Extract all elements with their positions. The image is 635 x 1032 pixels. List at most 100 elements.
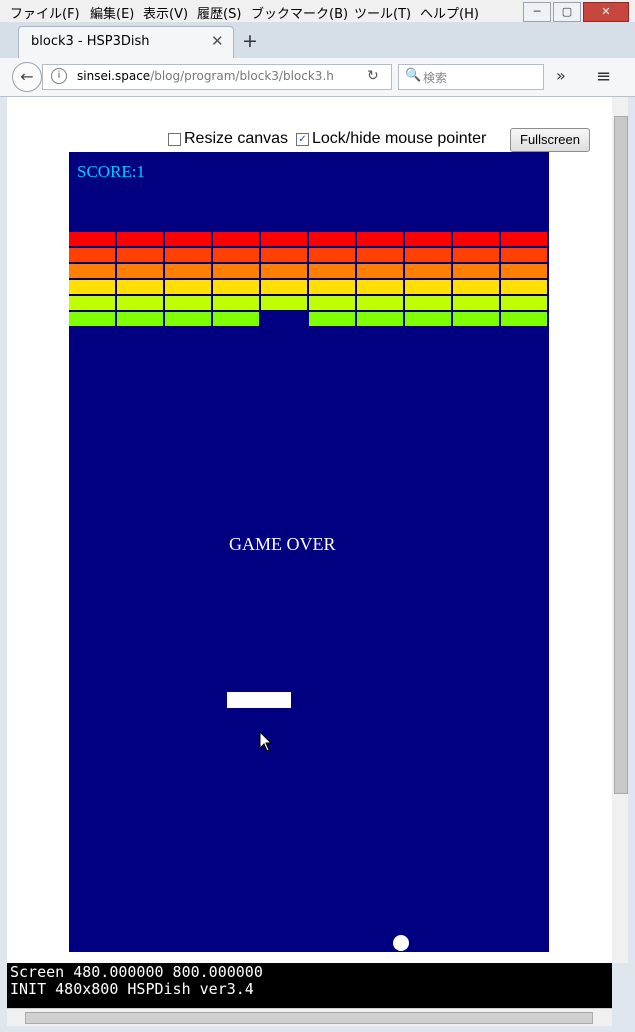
- minimize-button[interactable]: ─: [523, 2, 551, 22]
- brick: [213, 248, 259, 262]
- lock-pointer-checkbox[interactable]: ✓: [296, 133, 309, 146]
- menu-edit[interactable]: 編集(E): [90, 3, 134, 22]
- vertical-scrollbar-thumb[interactable]: [614, 116, 628, 794]
- brick: [309, 248, 355, 262]
- brick: [165, 312, 211, 326]
- brick: [261, 232, 307, 246]
- brick: [357, 296, 403, 310]
- brick: [165, 248, 211, 262]
- brick: [261, 296, 307, 310]
- brick: [117, 232, 163, 246]
- tab-close-icon[interactable]: ✕: [211, 32, 224, 50]
- brick: [453, 312, 499, 326]
- tab-active[interactable]: block3 - HSP3Dish ✕: [18, 26, 234, 59]
- brick: [405, 296, 451, 310]
- brick: [357, 264, 403, 278]
- search-input[interactable]: 🔍 検索: [398, 64, 544, 90]
- mouse-cursor-icon: [259, 731, 273, 752]
- brick: [213, 232, 259, 246]
- brick: [309, 312, 355, 326]
- lock-pointer-label: Lock/hide mouse pointer: [312, 130, 487, 147]
- brick: [501, 296, 547, 310]
- brick: [165, 232, 211, 246]
- brick: [501, 264, 547, 278]
- brick: [405, 280, 451, 294]
- brick: [165, 264, 211, 278]
- back-button[interactable]: ←: [12, 62, 42, 92]
- brick: [117, 280, 163, 294]
- url-text[interactable]: sinsei.space/blog/program/block3/block3.…: [77, 69, 334, 83]
- brick: [165, 296, 211, 310]
- maximize-button[interactable]: ▢: [553, 2, 581, 22]
- brick: [213, 296, 259, 310]
- url-path: /blog/program/block3/block3.h: [150, 69, 334, 83]
- brick: [501, 248, 547, 262]
- menu-file[interactable]: ファイル(F): [10, 3, 80, 22]
- brick: [405, 312, 451, 326]
- resize-canvas-label: Resize canvas: [184, 130, 289, 147]
- brick: [69, 264, 115, 278]
- menu-help[interactable]: ヘルプ(H): [420, 3, 479, 22]
- horizontal-scrollbar[interactable]: [7, 1008, 612, 1026]
- brick: [117, 264, 163, 278]
- url-host: sinsei.space: [77, 69, 151, 83]
- console-line: INIT 480x800 HSPDish ver3.4: [10, 980, 254, 998]
- brick: [357, 232, 403, 246]
- window-controls: ─ ▢ ✕: [523, 2, 629, 22]
- brick: [453, 248, 499, 262]
- brick: [405, 232, 451, 246]
- brick: [261, 264, 307, 278]
- brick: [309, 280, 355, 294]
- hamburger-menu-icon[interactable]: ≡: [596, 66, 611, 87]
- horizontal-scrollbar-thumb[interactable]: [25, 1012, 593, 1024]
- console-output: Screen 480.000000 800.000000 INIT 480x80…: [7, 963, 612, 1008]
- brick: [69, 280, 115, 294]
- brick: [453, 264, 499, 278]
- game-canvas[interactable]: SCORE:1 GAME OVER: [69, 152, 549, 952]
- brick: [453, 280, 499, 294]
- brick: [453, 232, 499, 246]
- brick: [405, 264, 451, 278]
- brick: [117, 312, 163, 326]
- resize-canvas-checkbox[interactable]: [168, 133, 181, 146]
- tab-title: block3 - HSP3Dish: [31, 34, 150, 49]
- paddle: [227, 692, 291, 708]
- menu-history[interactable]: 履歴(S): [197, 3, 241, 22]
- brick: [357, 312, 403, 326]
- fullscreen-button[interactable]: Fullscreen: [510, 128, 590, 152]
- menu-tools[interactable]: ツール(T): [354, 3, 411, 22]
- new-tab-icon[interactable]: +: [242, 30, 258, 52]
- reload-icon[interactable]: ↻: [367, 68, 379, 84]
- brick: [165, 280, 211, 294]
- info-icon[interactable]: i: [51, 68, 67, 84]
- brick: [501, 312, 547, 326]
- brick: [261, 280, 307, 294]
- nav-bar: ← i sinsei.space/blog/program/block3/blo…: [0, 58, 635, 97]
- brick: [309, 232, 355, 246]
- url-bar[interactable]: i sinsei.space/blog/program/block3/block…: [42, 64, 392, 90]
- brick: [213, 264, 259, 278]
- search-placeholder: 検索: [423, 71, 448, 85]
- brick: [213, 280, 259, 294]
- brick: [213, 312, 259, 326]
- brick: [309, 264, 355, 278]
- close-window-button[interactable]: ✕: [583, 2, 629, 22]
- brick: [357, 280, 403, 294]
- brick: [69, 232, 115, 246]
- brick: [117, 296, 163, 310]
- menu-view[interactable]: 表示(V): [143, 3, 188, 22]
- menu-bookmarks[interactable]: ブックマーク(B): [251, 3, 348, 22]
- overflow-chevron-icon[interactable]: »: [556, 66, 566, 85]
- brick: [501, 232, 547, 246]
- search-icon: 🔍: [405, 68, 422, 83]
- brick: [309, 296, 355, 310]
- brick: [117, 248, 163, 262]
- brick: [69, 312, 115, 326]
- brick: [261, 248, 307, 262]
- game-over-text: GAME OVER: [229, 534, 336, 554]
- brick: [69, 296, 115, 310]
- brick: [69, 248, 115, 262]
- brick: [501, 280, 547, 294]
- console-line: Screen 480.000000 800.000000: [10, 963, 263, 981]
- brick: [357, 248, 403, 262]
